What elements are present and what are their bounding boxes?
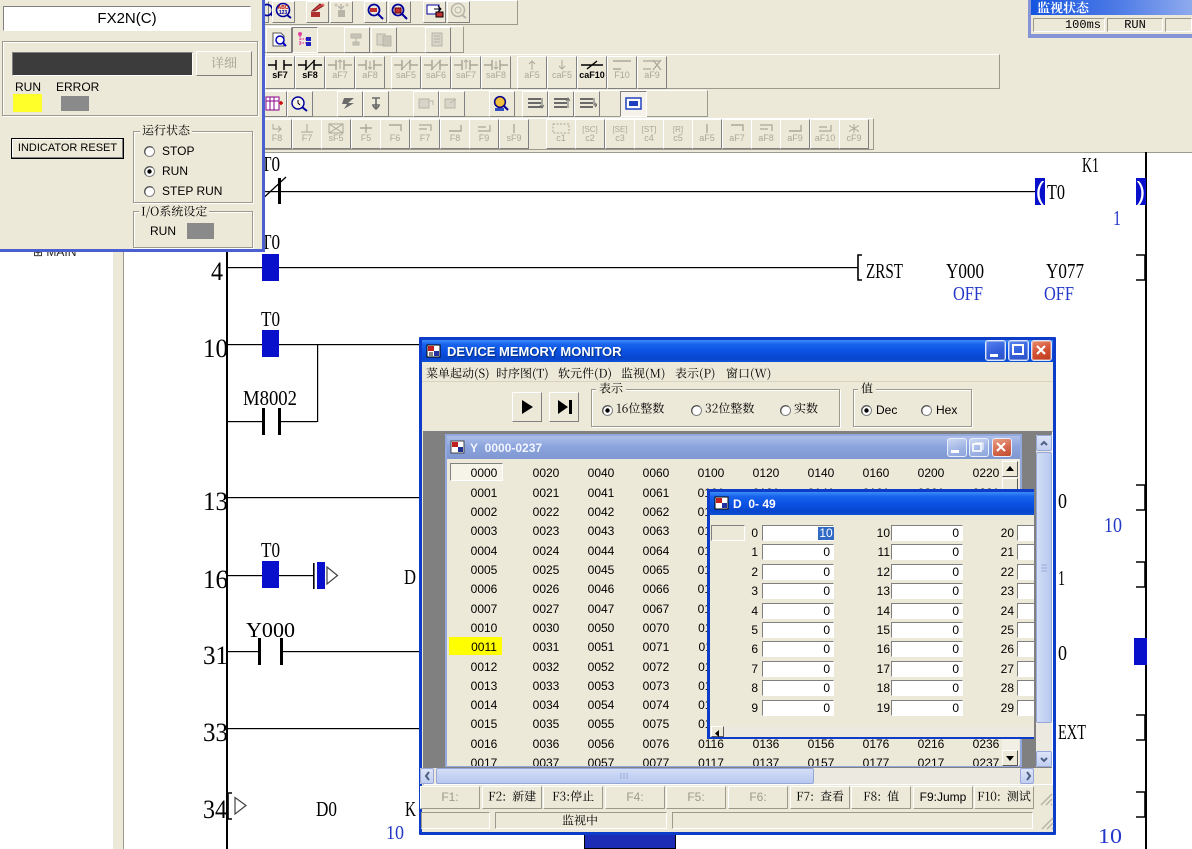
svg-text:31: 31 <box>203 641 228 670</box>
svg-text:0: 0 <box>1058 641 1067 665</box>
svg-text:Y000: Y000 <box>946 259 984 283</box>
svg-text:10: 10 <box>203 334 228 363</box>
svg-text:K1: K1 <box>1082 153 1099 177</box>
svg-text:OFF: OFF <box>1044 283 1074 305</box>
svg-text:T0: T0 <box>261 538 280 562</box>
svg-text:16: 16 <box>203 565 228 594</box>
svg-text:D0: D0 <box>316 797 337 821</box>
svg-text:OFF: OFF <box>953 283 983 305</box>
svg-text:EXT: EXT <box>1058 720 1086 744</box>
svg-text:): ) <box>1137 176 1146 206</box>
svg-text:(: ( <box>1036 176 1045 206</box>
svg-text:1: 1 <box>1113 206 1121 230</box>
svg-text:34: 34 <box>203 795 227 824</box>
svg-text:1: 1 <box>1058 566 1065 590</box>
svg-text:T0: T0 <box>1047 180 1065 204</box>
svg-text:10: 10 <box>1098 824 1122 848</box>
svg-text:10: 10 <box>1104 513 1122 537</box>
svg-text:Y077: Y077 <box>1046 259 1084 283</box>
svg-text:D: D <box>404 565 416 589</box>
svg-text:13: 13 <box>203 487 228 516</box>
svg-text:K: K <box>405 797 416 821</box>
svg-text:10: 10 <box>386 822 404 844</box>
svg-text:4: 4 <box>211 257 223 286</box>
svg-text:M8002: M8002 <box>243 386 297 410</box>
svg-text:0: 0 <box>1058 489 1067 513</box>
svg-text:T0: T0 <box>261 307 280 331</box>
svg-text:ZRST: ZRST <box>866 259 903 283</box>
svg-text:Y000: Y000 <box>246 618 295 642</box>
svg-text:33: 33 <box>203 718 228 747</box>
